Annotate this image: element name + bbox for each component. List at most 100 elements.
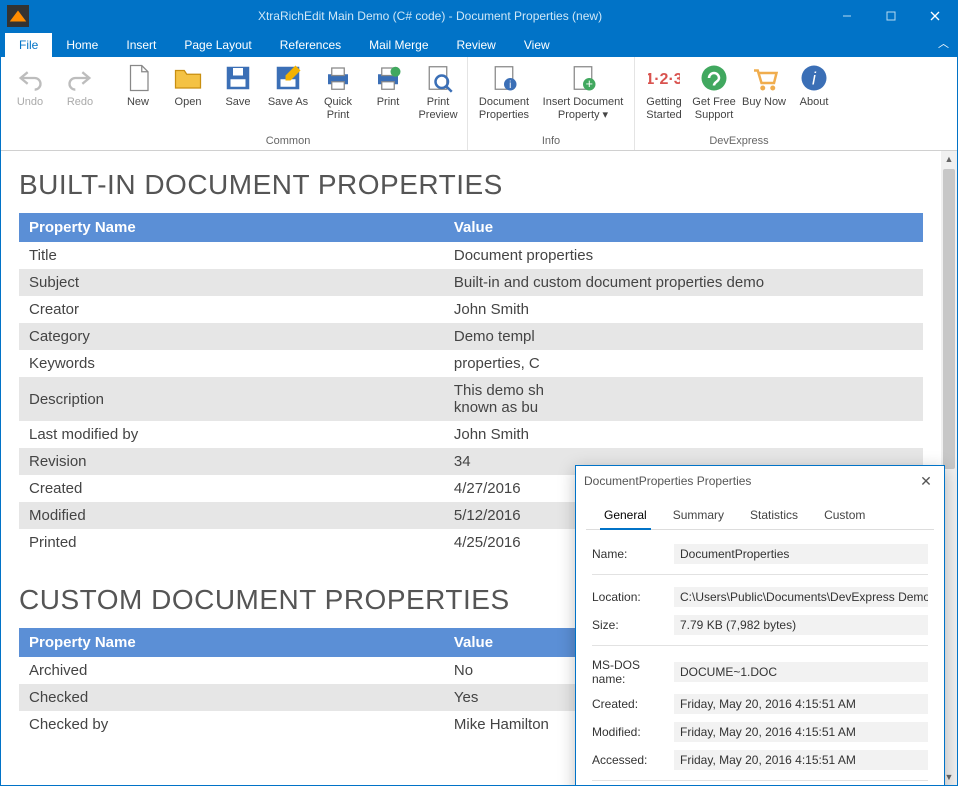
size-value: 7.79 KB (7,982 bytes) [674,615,928,635]
printpreview-button[interactable]: Print Preview [413,59,463,133]
table-row: CreatorJohn Smith [19,296,923,323]
prop-name-cell: Keywords [19,350,444,377]
scroll-up-icon[interactable]: ▲ [941,151,957,167]
prop-name-cell: Last modified by [19,421,444,448]
tab-mailmerge[interactable]: Mail Merge [355,33,442,57]
info-icon: i [798,62,830,94]
heading-builtin: BUILT-IN DOCUMENT PROPERTIES [19,169,923,201]
size-label: Size: [592,618,674,632]
maximize-button[interactable] [869,1,913,31]
dialog-body: Name:DocumentProperties Location:C:\User… [576,530,944,785]
modified-value: Friday, May 20, 2016 4:15:51 AM [674,722,928,742]
prop-name-cell: Checked by [19,711,444,738]
undo-button[interactable]: Undo [5,59,55,133]
prop-value-cell: properties, C [444,350,923,377]
window-title: XtraRichEdit Main Demo (C# code) - Docum… [35,9,825,23]
getfreesupport-button[interactable]: Get Free Support [689,59,739,133]
document-properties-icon: i [488,62,520,94]
svg-text:+: + [586,77,593,91]
tab-file[interactable]: File [5,33,52,57]
modified-label: Modified: [592,725,674,739]
table-row: DescriptionThis demo shknown as bu [19,377,923,421]
prop-name-cell: Archived [19,657,444,684]
insdocprop-button[interactable]: +Insert Document Property ▾ [536,59,630,133]
quickprint-button[interactable]: Quick Print [313,59,363,133]
prop-value-cell: Demo templ [444,323,923,350]
ribbon-group-common: Common [113,133,463,150]
dialog-title: DocumentProperties Properties [584,474,916,488]
open-folder-icon [172,62,204,94]
prop-name-cell: Checked [19,684,444,711]
col-propname: Property Name [19,213,444,242]
document-area: BUILT-IN DOCUMENT PROPERTIES Property Na… [1,151,957,785]
app-icon [7,5,29,27]
col-propname: Property Name [19,628,444,657]
ribbon-group-info: Info [472,133,630,150]
minimize-button[interactable] [825,1,869,31]
saveas-button[interactable]: Save As [263,59,313,133]
main-window: XtraRichEdit Main Demo (C# code) - Docum… [0,0,958,786]
redo-button[interactable]: Redo [55,59,105,133]
prop-value-cell: This demo shknown as bu [444,377,923,421]
prop-name-cell: Category [19,323,444,350]
name-value: DocumentProperties [674,544,928,564]
print-icon [372,62,404,94]
gettingstarted-button[interactable]: 1·2·3Getting Started [639,59,689,133]
tab-references[interactable]: References [266,33,355,57]
dialog-tabs: General Summary Statistics Custom [586,496,934,530]
prop-value-cell: Built-in and custom document properties … [444,269,923,296]
new-file-icon [122,62,154,94]
dlg-tab-summary[interactable]: Summary [669,502,728,529]
table-row: CategoryDemo templ [19,323,923,350]
cart-icon [748,62,780,94]
accessed-label: Accessed: [592,753,674,767]
dlg-tab-statistics[interactable]: Statistics [746,502,802,529]
tab-pagelayout[interactable]: Page Layout [170,33,265,57]
save-button[interactable]: Save [213,59,263,133]
prop-value-cell: Document properties [444,242,923,269]
location-value: C:\Users\Public\Documents\DevExpress Dem… [674,587,928,607]
table-row: SubjectBuilt-in and custom document prop… [19,269,923,296]
close-button[interactable] [913,1,957,31]
prop-name-cell: Modified [19,502,444,529]
created-label: Created: [592,697,674,711]
save-icon [222,62,254,94]
docprops-dialog: DocumentProperties Properties ✕ General … [575,465,945,785]
msdos-value: DOCUME~1.DOC [674,662,928,682]
table-row: Keywordsproperties, C [19,350,923,377]
prop-name-cell: Created [19,475,444,502]
tab-home[interactable]: Home [52,33,112,57]
undo-icon [14,62,46,94]
dialog-close-icon[interactable]: ✕ [916,473,936,490]
prop-name-cell: Creator [19,296,444,323]
insert-doc-property-icon: + [567,62,599,94]
about-button[interactable]: iAbout [789,59,839,133]
ribbon-collapse-icon[interactable]: ︿ [938,35,949,51]
created-value: Friday, May 20, 2016 4:15:51 AM [674,694,928,714]
col-value: Value [444,213,923,242]
quick-print-icon [322,62,354,94]
prop-name-cell: Revision [19,448,444,475]
support-icon [698,62,730,94]
ribbon: Undo Redo New Open Save Save As Quick Pr… [1,57,957,151]
dlg-tab-general[interactable]: General [600,502,651,530]
tab-insert[interactable]: Insert [112,33,170,57]
scroll-thumb[interactable] [943,169,955,469]
dlg-tab-custom[interactable]: Custom [820,502,869,529]
docprops-button[interactable]: iDocument Properties [472,59,536,133]
print-button[interactable]: Print [363,59,413,133]
open-button[interactable]: Open [163,59,213,133]
prop-value-cell: John Smith [444,296,923,323]
tab-review[interactable]: Review [443,33,510,57]
prop-name-cell: Printed [19,529,444,556]
print-preview-icon [422,62,454,94]
name-label: Name: [592,547,674,561]
titlebar: XtraRichEdit Main Demo (C# code) - Docum… [1,1,957,31]
tab-view[interactable]: View [510,33,564,57]
redo-icon [64,62,96,94]
ribbon-tabs: File Home Insert Page Layout References … [1,31,957,57]
getting-started-icon: 1·2·3 [648,62,680,94]
new-button[interactable]: New [113,59,163,133]
buynow-button[interactable]: Buy Now [739,59,789,133]
dialog-titlebar[interactable]: DocumentProperties Properties ✕ [576,466,944,496]
